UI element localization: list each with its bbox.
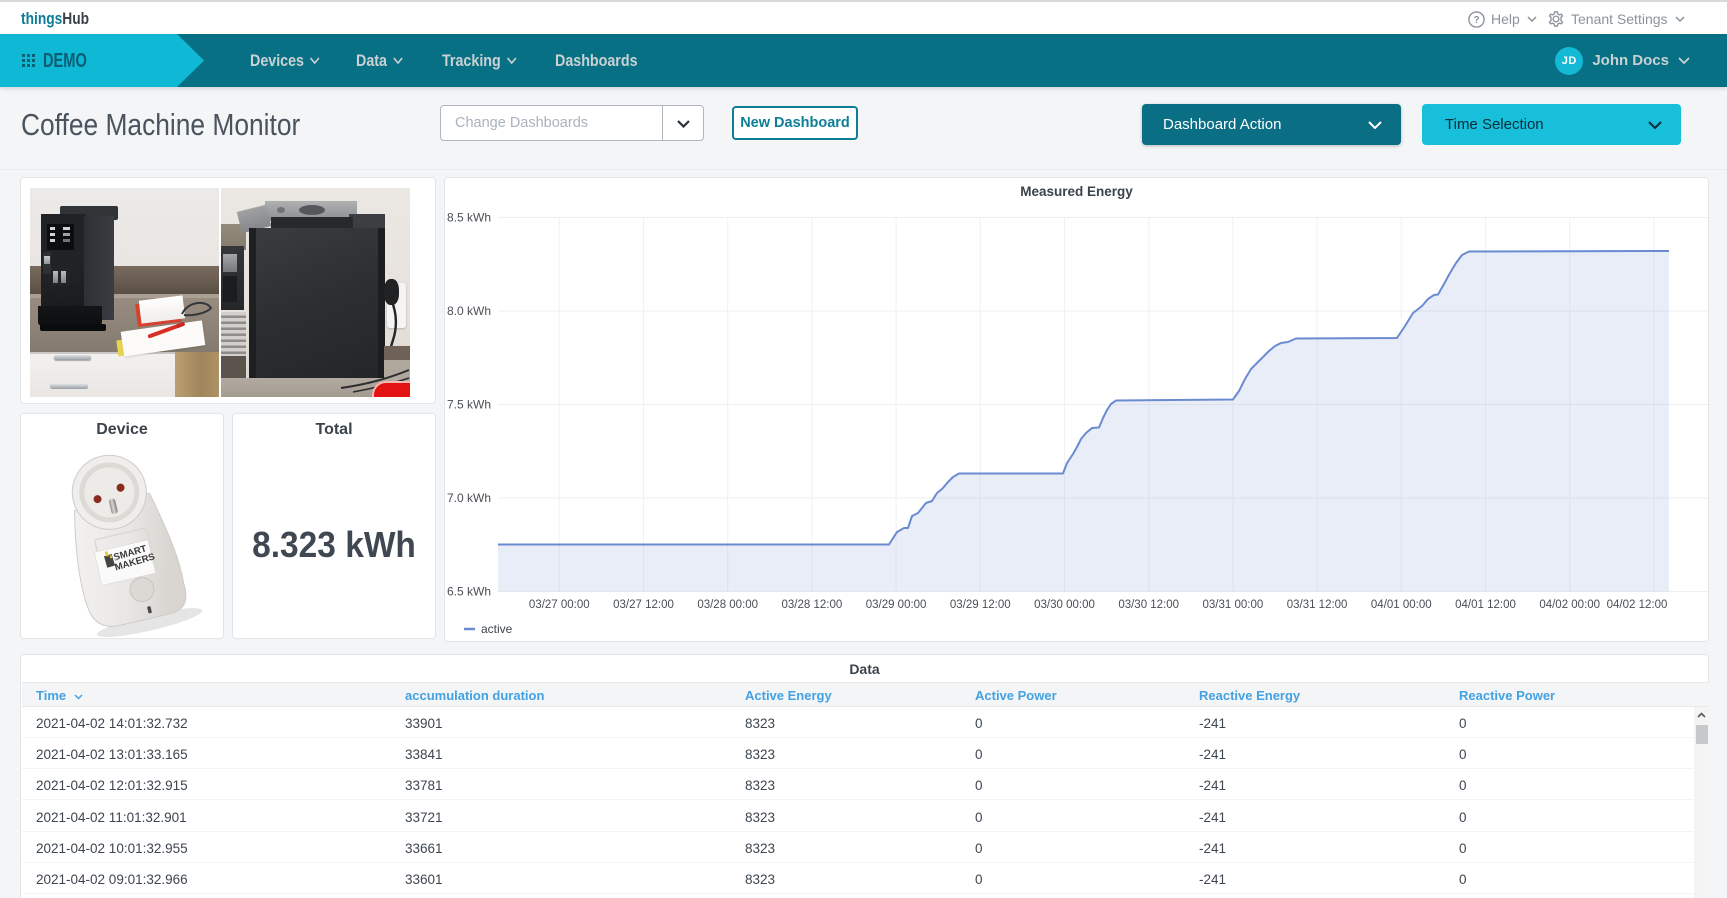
- svg-text:?: ?: [1473, 15, 1479, 26]
- svg-text:6.5 kWh: 6.5 kWh: [447, 585, 491, 599]
- svg-text:03/31 12:00: 03/31 12:00: [1287, 599, 1348, 611]
- svg-text:03/31 00:00: 03/31 00:00: [1203, 599, 1264, 611]
- svg-text:03/29 12:00: 03/29 12:00: [950, 599, 1011, 611]
- svg-text:7.5 kWh: 7.5 kWh: [447, 398, 491, 412]
- svg-text:03/28 12:00: 03/28 12:00: [782, 599, 843, 611]
- svg-text:04/02 00:00: 04/02 00:00: [1539, 599, 1600, 611]
- svg-text:04/01 00:00: 04/01 00:00: [1371, 599, 1432, 611]
- svg-text:03/29 00:00: 03/29 00:00: [866, 599, 927, 611]
- svg-text:03/30 00:00: 03/30 00:00: [1034, 599, 1095, 611]
- svg-text:03/27 12:00: 03/27 12:00: [613, 599, 674, 611]
- svg-text:8.0 kWh: 8.0 kWh: [447, 304, 491, 318]
- svg-text:03/30 12:00: 03/30 12:00: [1118, 599, 1179, 611]
- svg-text:04/02 12:00: 04/02 12:00: [1607, 599, 1668, 611]
- svg-text:8.5 kWh: 8.5 kWh: [447, 211, 491, 225]
- svg-text:active: active: [481, 622, 513, 636]
- svg-text:03/27 00:00: 03/27 00:00: [529, 599, 590, 611]
- svg-text:7.0 kWh: 7.0 kWh: [447, 491, 491, 505]
- svg-text:03/28 00:00: 03/28 00:00: [697, 599, 758, 611]
- svg-text:04/01 12:00: 04/01 12:00: [1455, 599, 1516, 611]
